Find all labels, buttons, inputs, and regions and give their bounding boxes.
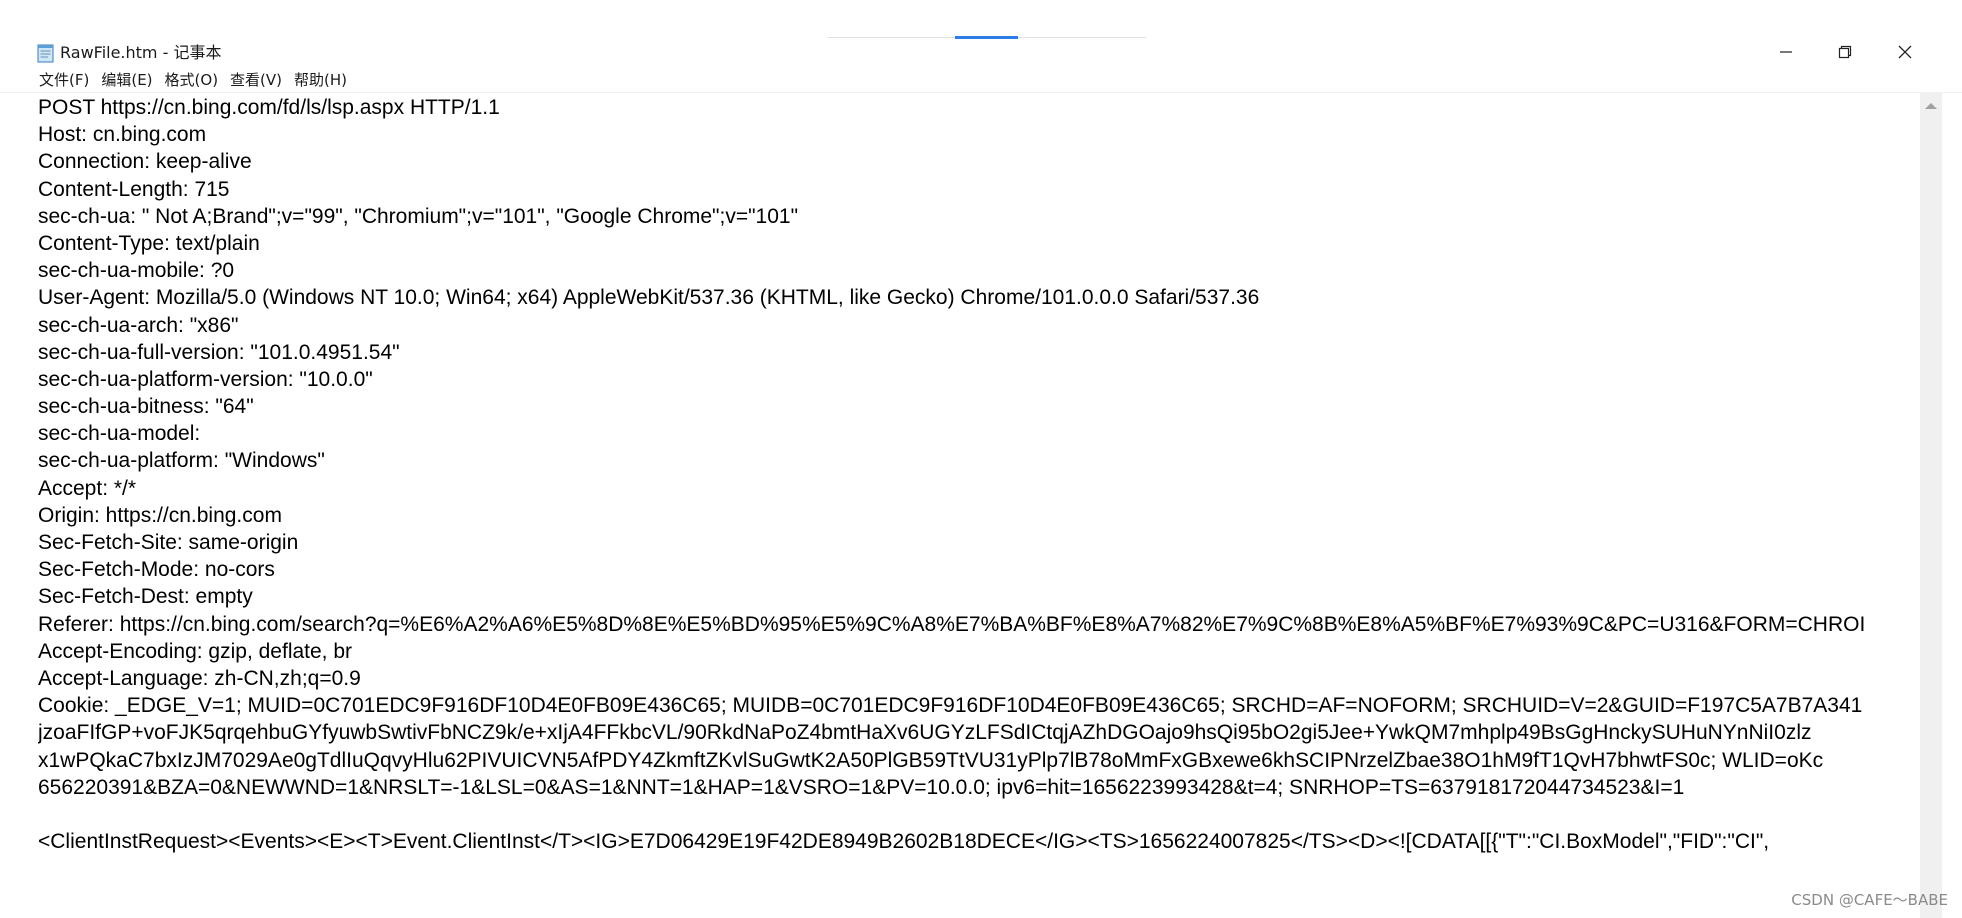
- scroll-up-arrow-icon[interactable]: [1925, 103, 1937, 109]
- close-button[interactable]: [1882, 32, 1928, 72]
- text-line: sec-ch-ua-model:: [38, 422, 201, 446]
- text-line: sec-ch-ua-arch: "x86": [38, 313, 239, 337]
- text-line: x1wPQkaC7bxIzJM7029Ae0gTdlIuQqvyHlu62PIV…: [38, 748, 1824, 772]
- text-line: sec-ch-ua-platform: "Windows": [38, 449, 325, 473]
- text-line: <ClientInstRequest><Events><E><T>Event.C…: [38, 830, 1770, 854]
- text-line: Referer: https://cn.bing.com/search?q=%E…: [38, 612, 1866, 636]
- notepad-icon: [36, 43, 56, 63]
- text-line: jzoaFIfGP+voFJK5qrqehbuGYfyuwbSwtivFbNCZ…: [38, 721, 1812, 745]
- menu-file[interactable]: 文件(F): [38, 69, 90, 91]
- text-line: Sec-Fetch-Dest: empty: [38, 585, 253, 609]
- minimize-button[interactable]: [1763, 32, 1809, 72]
- text-line: Sec-Fetch-Mode: no-cors: [38, 558, 275, 582]
- text-line: sec-ch-ua-full-version: "101.0.4951.54": [38, 340, 400, 364]
- text-line: POST https://cn.bing.com/fd/ls/lsp.aspx …: [38, 96, 500, 119]
- text-line: Cookie: _EDGE_V=1; MUID=0C701EDC9F916DF1…: [38, 694, 1863, 718]
- text-line: User-Agent: Mozilla/5.0 (Windows NT 10.0…: [38, 286, 1260, 310]
- text-line: Host: cn.bing.com: [38, 123, 207, 147]
- text-line: Origin: https://cn.bing.com: [38, 503, 282, 527]
- text-line: Accept-Language: zh-CN,zh;q=0.9: [38, 666, 361, 690]
- text-editor[interactable]: POST https://cn.bing.com/fd/ls/lsp.aspx …: [0, 93, 1918, 918]
- scroll-thumb[interactable]: [1924, 123, 1938, 903]
- watermark: CSDN @CAFE～BABE: [1791, 891, 1948, 909]
- window-title: RawFile.htm - 记事本: [60, 43, 222, 62]
- restore-icon: [1838, 45, 1852, 59]
- title-bar[interactable]: RawFile.htm - 记事本: [0, 0, 1962, 66]
- close-icon: [1897, 44, 1913, 60]
- text-line: Accept-Encoding: gzip, deflate, br: [38, 639, 353, 663]
- text-line: sec-ch-ua-platform-version: "10.0.0": [38, 367, 373, 391]
- text-line: sec-ch-ua-bitness: "64": [38, 395, 254, 419]
- text-line: 656220391&BZA=0&NEWWND=1&NRSLT=-1&LSL=0&…: [38, 775, 1685, 799]
- menu-format[interactable]: 格式(O): [164, 69, 220, 91]
- menu-help[interactable]: 帮助(H): [293, 69, 348, 91]
- text-line: Content-Length: 715: [38, 177, 230, 201]
- text-line: [38, 801, 1914, 828]
- menu-bar: 文件(F) 编辑(E) 格式(O) 查看(V) 帮助(H): [0, 68, 1962, 92]
- text-line: Sec-Fetch-Site: same-origin: [38, 531, 299, 554]
- menu-view[interactable]: 查看(V): [229, 69, 283, 91]
- menu-edit[interactable]: 编辑(E): [100, 69, 153, 91]
- notepad-window: RawFile.htm - 记事本 文件(F) 编辑(E) 格式(O) 查看(V…: [0, 0, 1962, 918]
- text-line: Connection: keep-alive: [38, 150, 252, 174]
- text-line: sec-ch-ua: " Not A;Brand";v="99", "Chrom…: [38, 204, 799, 228]
- document-text: POST https://cn.bing.com/fd/ls/lsp.aspx …: [38, 94, 1914, 855]
- minimize-icon: [1779, 45, 1793, 59]
- text-line: Content-Type: text/plain: [38, 231, 260, 255]
- text-line: sec-ch-ua-mobile: ?0: [38, 259, 235, 283]
- restore-button[interactable]: [1822, 32, 1868, 72]
- vertical-scrollbar[interactable]: [1920, 93, 1942, 918]
- snap-indicator-accent: [955, 36, 1018, 39]
- text-line: Accept: */*: [38, 476, 137, 500]
